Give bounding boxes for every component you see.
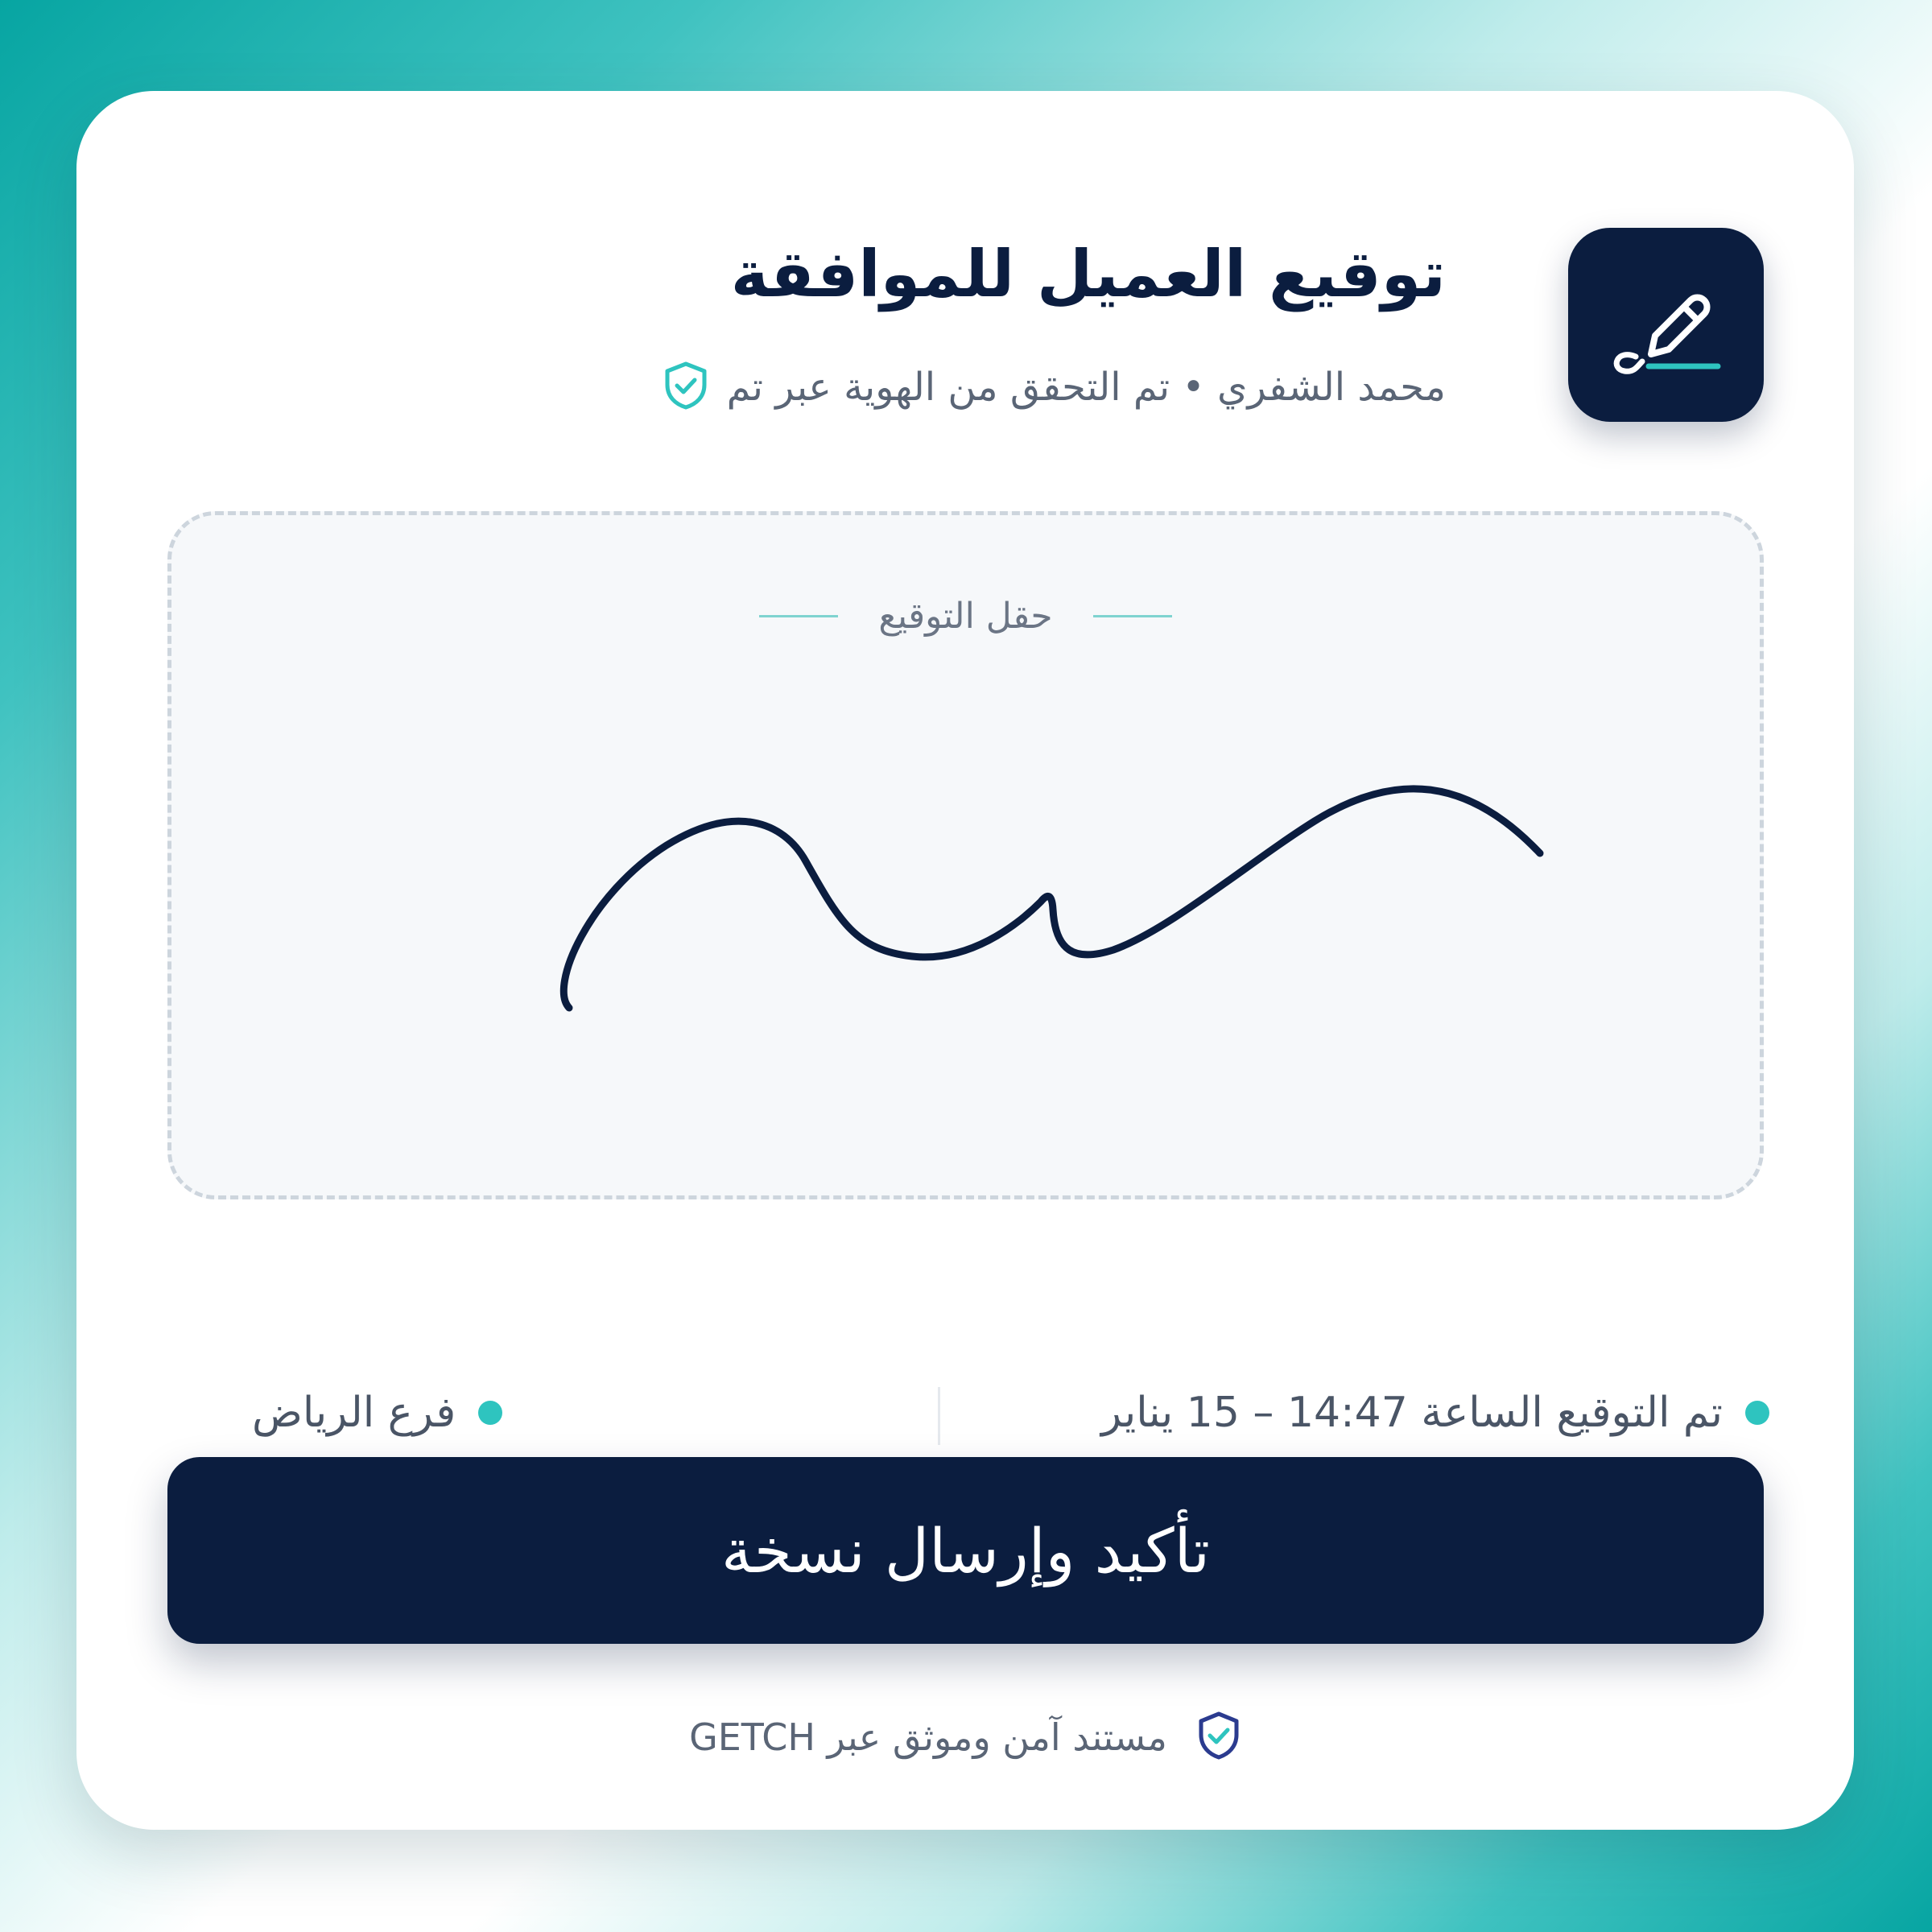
identity-subtitle: محمد الشفري • تم التحقق من الهوية عبر تم	[663, 361, 1446, 414]
signature-card: توقيع العميل للموافقة محمد الشفري • تم ا…	[76, 91, 1854, 1830]
meta-divider	[938, 1387, 940, 1445]
shield-check-icon	[1196, 1711, 1241, 1764]
page-title: توقيع العميل للموافقة	[730, 237, 1446, 312]
signature-pad[interactable]: حقل التوقيع	[167, 511, 1764, 1199]
branch-text: فرع الرياض	[252, 1389, 456, 1437]
subtitle-text: محمد الشفري • تم التحقق من الهوية عبر تم	[726, 365, 1446, 410]
status-dot	[1745, 1401, 1769, 1425]
footer-text: مستند آمن وموثق عبر GETCH	[689, 1715, 1167, 1759]
signed-time-meta: تم التوقيع الساعة 14:47 – 15 يناير	[1101, 1389, 1769, 1437]
status-dot	[478, 1401, 503, 1425]
footer-security-note: مستند آمن وموثق عبر GETCH	[76, 1711, 1854, 1764]
branch-meta: فرع الرياض	[252, 1389, 503, 1437]
confirm-send-button[interactable]: تأكيد وإرسال نسخة	[167, 1457, 1764, 1644]
signed-time-text: تم التوقيع الساعة 14:47 – 15 يناير	[1101, 1389, 1723, 1437]
shield-check-icon	[663, 361, 709, 414]
signature-pen-icon	[1568, 228, 1764, 422]
signature-stroke	[559, 785, 1544, 1012]
